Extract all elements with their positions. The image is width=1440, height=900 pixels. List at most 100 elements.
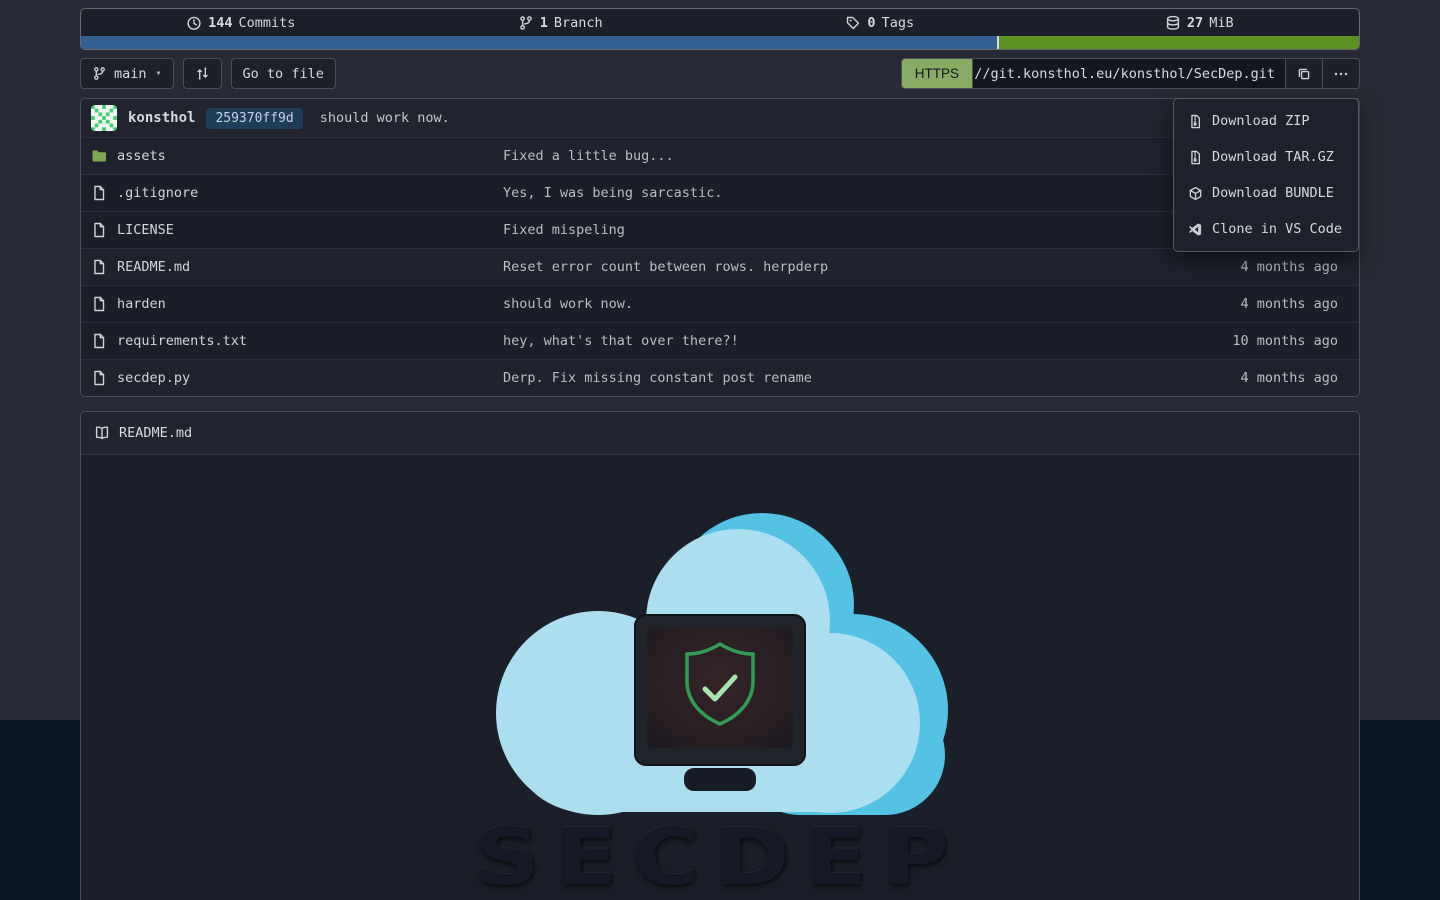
- repo-size-label: MiB: [1209, 15, 1233, 31]
- table-row: harden should work now. 4 months ago: [81, 285, 1359, 322]
- branch-name: main: [114, 66, 147, 82]
- table-row: .gitignore Yes, I was being sarcastic.: [81, 174, 1359, 211]
- kebab-horizontal-icon: [1333, 66, 1349, 82]
- commits-stat[interactable]: 144 Commits: [81, 15, 401, 31]
- file-icon: [91, 185, 107, 201]
- clone-url-input[interactable]: https://git.konsthol.eu/konsthol/SecDep.…: [972, 59, 1285, 88]
- file-name: .gitignore: [117, 185, 198, 201]
- clone-options-dropdown: Download ZIP Download TAR.GZ Download BU…: [1173, 98, 1359, 252]
- file-icon: [91, 222, 107, 238]
- more-operations-button[interactable]: [1322, 59, 1359, 88]
- package-icon: [1188, 186, 1203, 201]
- language-statistics-bar[interactable]: [81, 36, 1359, 49]
- readme-title: README.md: [119, 425, 192, 441]
- file-link[interactable]: LICENSE: [91, 222, 503, 238]
- file-link[interactable]: secdep.py: [91, 370, 503, 386]
- branches-stat[interactable]: 1 Branch: [401, 15, 721, 31]
- table-row: README.md Reset error count between rows…: [81, 248, 1359, 285]
- file-name: assets: [117, 148, 166, 164]
- file-commit-age: 10 months ago: [1148, 333, 1338, 349]
- compare-branches-button[interactable]: [183, 58, 222, 89]
- file-commit-message[interactable]: Reset error count between rows. herpderp: [503, 259, 1148, 275]
- cloud-logo-image: [490, 505, 950, 821]
- zip-file-icon: [1188, 114, 1203, 129]
- https-label: HTTPS: [915, 66, 959, 81]
- file-icon: [91, 296, 107, 312]
- go-to-file-button[interactable]: Go to file: [231, 58, 336, 89]
- download-targz-item[interactable]: Download TAR.GZ: [1174, 139, 1358, 175]
- git-branch-icon: [92, 66, 107, 81]
- download-targz-label: Download TAR.GZ: [1212, 149, 1334, 165]
- file-commit-message[interactable]: hey, what's that over there?!: [503, 333, 1148, 349]
- language-segment-secondary[interactable]: [997, 36, 1359, 49]
- file-commit-age: 4 months ago: [1148, 259, 1338, 275]
- commit-hash-badge[interactable]: 259370ff9d: [206, 108, 302, 129]
- readme-header: README.md: [81, 412, 1359, 455]
- file-link[interactable]: requirements.txt: [91, 333, 503, 349]
- copy-url-button[interactable]: [1285, 59, 1322, 88]
- table-row: secdep.py Derp. Fix missing constant pos…: [81, 359, 1359, 396]
- repo-stats-row: 144 Commits 1 Branch 0 Tags 27 MiB: [81, 9, 1359, 36]
- file-commit-message[interactable]: Fixed a little bug...: [503, 148, 1148, 164]
- file-commit-message[interactable]: Derp. Fix missing constant post rename: [503, 370, 1148, 386]
- tags-stat[interactable]: 0 Tags: [720, 15, 1040, 31]
- file-icon: [91, 333, 107, 349]
- commit-author-link[interactable]: konsthol: [128, 110, 195, 126]
- tag-icon: [845, 15, 861, 31]
- file-link[interactable]: assets: [91, 148, 503, 164]
- git-branch-icon: [518, 15, 534, 31]
- https-protocol-button[interactable]: HTTPS: [902, 59, 972, 88]
- zip-file-icon: [1188, 150, 1203, 165]
- repo-size-count: 27: [1187, 15, 1203, 31]
- commit-message-link[interactable]: should work now.: [320, 110, 450, 126]
- file-link[interactable]: README.md: [91, 259, 503, 275]
- commits-label: Commits: [238, 15, 295, 31]
- clone-vscode-item[interactable]: Clone in VS Code: [1174, 211, 1358, 247]
- copy-icon: [1296, 66, 1312, 82]
- table-row: assets Fixed a little bug...: [81, 137, 1359, 174]
- file-name: README.md: [117, 259, 190, 275]
- identicon-image: [91, 105, 117, 131]
- tags-count: 0: [867, 15, 875, 31]
- branches-label: Branch: [554, 15, 603, 31]
- file-commit-message[interactable]: Yes, I was being sarcastic.: [503, 185, 1148, 201]
- file-commit-age: 4 months ago: [1148, 296, 1338, 312]
- language-segment-primary[interactable]: [81, 36, 997, 49]
- file-name: LICENSE: [117, 222, 174, 238]
- secdep-cloud-logo: [490, 505, 950, 821]
- file-icon: [91, 259, 107, 275]
- table-row: requirements.txt hey, what's that over t…: [81, 322, 1359, 359]
- clone-vscode-label: Clone in VS Code: [1212, 221, 1342, 237]
- download-zip-item[interactable]: Download ZIP: [1174, 103, 1358, 139]
- book-icon: [94, 425, 110, 441]
- file-commit-age: 4 months ago: [1148, 370, 1338, 386]
- file-name: harden: [117, 296, 166, 312]
- download-zip-label: Download ZIP: [1212, 113, 1310, 129]
- secdep-logo-text: SECDEP: [475, 819, 965, 897]
- clone-url-value: https://git.konsthol.eu/konsthol/SecDep.…: [972, 66, 1275, 82]
- avatar[interactable]: [91, 105, 117, 131]
- readme-panel: README.md: [80, 411, 1360, 900]
- file-name: secdep.py: [117, 370, 190, 386]
- file-link[interactable]: .gitignore: [91, 185, 503, 201]
- commits-count: 144: [208, 15, 232, 31]
- branches-count: 1: [540, 15, 548, 31]
- chevron-down-icon: ▾: [156, 68, 162, 79]
- database-icon: [1165, 15, 1181, 31]
- branch-selector-button[interactable]: main ▾: [80, 58, 174, 89]
- file-commit-message[interactable]: should work now.: [503, 296, 1148, 312]
- download-bundle-item[interactable]: Download BUNDLE: [1174, 175, 1358, 211]
- file-list-panel: konsthol 259370ff9d should work now. ass…: [80, 98, 1360, 397]
- file-icon: [91, 370, 107, 386]
- go-to-file-label: Go to file: [243, 66, 324, 82]
- history-clock-icon: [186, 15, 202, 31]
- file-commit-message[interactable]: Fixed mispeling: [503, 222, 1148, 238]
- file-name: requirements.txt: [117, 333, 247, 349]
- latest-commit-row: konsthol 259370ff9d should work now.: [81, 99, 1359, 137]
- repo-size-stat[interactable]: 27 MiB: [1040, 15, 1360, 31]
- file-link[interactable]: harden: [91, 296, 503, 312]
- git-compare-icon: [195, 66, 210, 81]
- download-bundle-label: Download BUNDLE: [1212, 185, 1334, 201]
- folder-icon: [91, 148, 107, 164]
- repo-page: 144 Commits 1 Branch 0 Tags 27 MiB: [80, 8, 1360, 900]
